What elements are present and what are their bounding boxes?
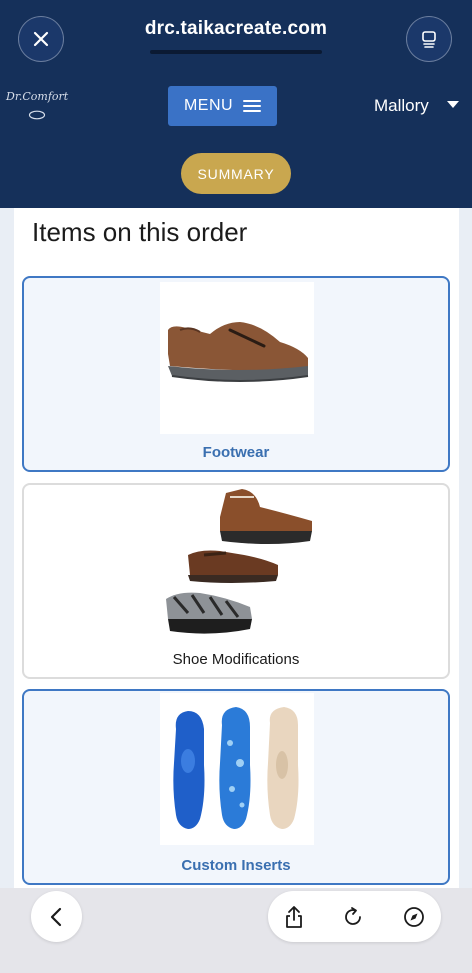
back-chevron-icon — [50, 907, 61, 926]
page-title: Items on this order — [32, 217, 248, 247]
compass-icon — [404, 906, 424, 927]
compass-button[interactable] — [394, 891, 434, 942]
reload-icon — [345, 906, 361, 925]
address-bar-url[interactable]: drc.taikacreate.com — [0, 18, 472, 40]
shoe-modifications-image — [160, 487, 314, 639]
menu-button[interactable]: MENU — [168, 86, 277, 126]
item-label-custom-inserts: Custom Inserts — [181, 857, 291, 874]
hamburger-icon — [243, 100, 262, 112]
menu-button-label: MENU — [183, 97, 234, 114]
user-menu-name[interactable]: Mallory — [374, 96, 429, 116]
item-card-custom-inserts[interactable]: Custom Inserts — [22, 689, 450, 885]
footwear-image — [160, 282, 314, 434]
back-button[interactable] — [31, 891, 82, 942]
page-load-indicator — [150, 50, 322, 54]
share-icon — [286, 905, 302, 928]
reload-button[interactable] — [333, 891, 373, 942]
dr-comfort-logo[interactable]: Dr.Comfort — [6, 90, 68, 103]
caret-down-icon[interactable] — [447, 101, 459, 108]
item-card-footwear[interactable]: Footwear — [22, 276, 450, 472]
item-label-footwear: Footwear — [202, 444, 270, 461]
tabs-button[interactable] — [406, 16, 452, 62]
custom-inserts-image — [160, 693, 314, 845]
item-card-shoe-modifications[interactable]: Shoe Modifications — [22, 483, 450, 679]
item-label-shoe-modifications: Shoe Modifications — [172, 651, 300, 668]
summary-button[interactable]: SUMMARY — [181, 153, 291, 194]
share-button[interactable] — [274, 891, 314, 942]
tabs-icon — [422, 31, 436, 48]
logo-mark-icon — [28, 110, 46, 120]
browser-actions-pill — [268, 891, 441, 942]
